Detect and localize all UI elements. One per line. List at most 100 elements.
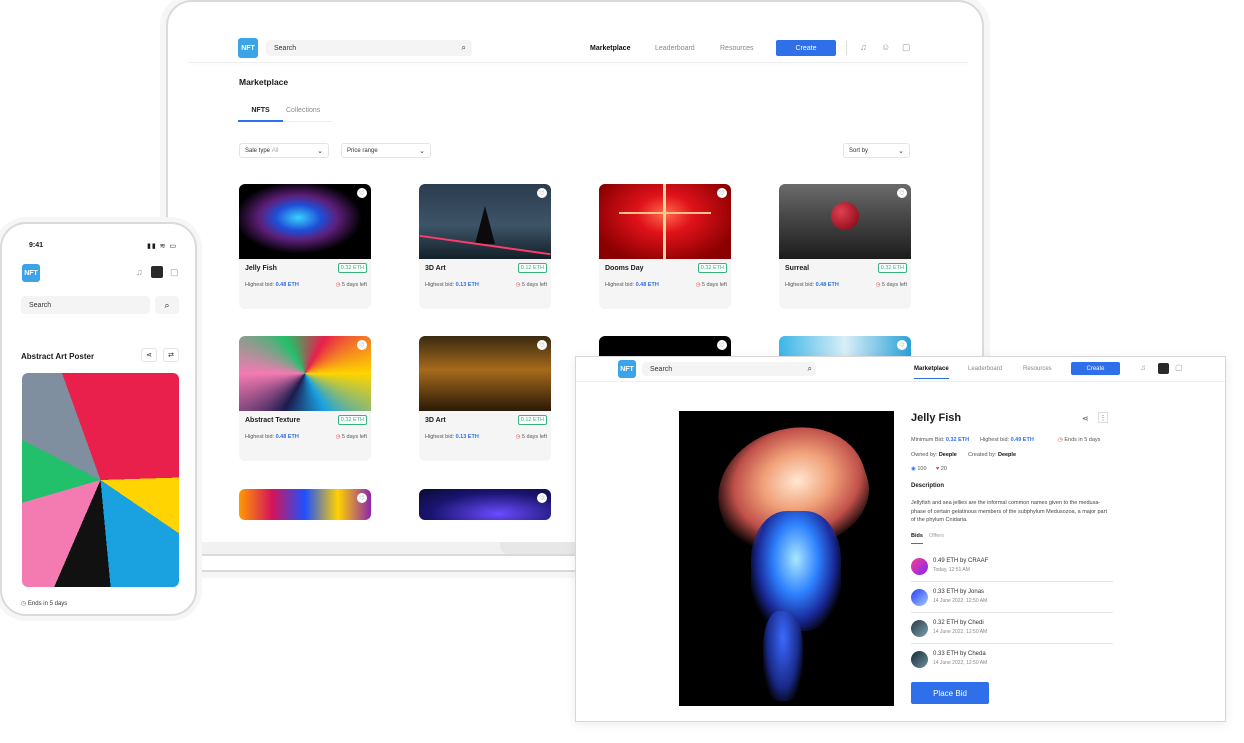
time-left-text: 5 days left — [881, 282, 907, 288]
card-name: Dooms Day — [605, 265, 644, 272]
card-name: Jelly Fish — [245, 265, 277, 272]
jellyfish-image — [239, 184, 371, 259]
price-range-select[interactable]: Price range ⌄ — [341, 143, 431, 158]
dooms-day-image — [599, 184, 731, 259]
nft-logo[interactable]: NFT — [238, 38, 258, 58]
search-input[interactable]: Search — [21, 296, 150, 314]
nft-logo[interactable]: NFT — [618, 360, 636, 378]
search-icon[interactable]: ⌕ — [462, 43, 466, 53]
share-icon[interactable]: ⋖ — [141, 348, 157, 362]
nft-card[interactable]: ♡ Jelly Fish 0.32 ETH Highest bid: 0.48 … — [239, 184, 371, 309]
tab-nfts[interactable]: NFTS — [238, 107, 283, 122]
bell-icon[interactable]: ♫ — [1140, 364, 1146, 372]
card-name: Surreal — [785, 265, 810, 272]
heart-icon[interactable]: ♡ — [897, 188, 907, 198]
heart-icon[interactable]: ♡ — [357, 188, 367, 198]
card-price: 0.12 ETH — [517, 415, 547, 425]
heart-icon[interactable]: ♡ — [717, 340, 727, 350]
bidder-avatar — [911, 651, 928, 668]
avatar[interactable] — [1158, 363, 1169, 374]
nft-card[interactable]: ♡ — [419, 489, 551, 520]
search-placeholder: Search — [650, 365, 673, 373]
card-time-left: ◷ 5 days left — [336, 282, 367, 288]
bell-icon[interactable]: ♫ — [860, 43, 867, 52]
bid-value: 0.48 ETH — [275, 282, 299, 288]
wallet-icon[interactable]: ▢ — [170, 268, 179, 277]
phone-frame: 9:41 ▮▮ ≋ ▭ NFT ♫ ▢ Search ⌕ Abstract Ar… — [0, 222, 197, 616]
highest-bid-value: 0.49 ETH — [1010, 437, 1034, 443]
nft-card[interactable]: ♡ 3D Art 0.12 ETH Highest bid: 0.13 ETH … — [419, 184, 551, 309]
header-divider — [188, 62, 968, 63]
nav-marketplace[interactable]: Marketplace — [590, 45, 630, 52]
highest-bid-label: Highest bid: — [980, 437, 1010, 443]
nft-card[interactable]: ♡ — [239, 489, 371, 520]
heart-icon[interactable]: ♡ — [537, 493, 547, 503]
clock-icon: ◷ — [515, 434, 521, 440]
card-bid: Highest bid: 0.13 ETH — [425, 434, 479, 440]
nav-marketplace[interactable]: Marketplace — [914, 366, 949, 379]
sale-type-value: All — [271, 147, 279, 154]
search-icon[interactable]: ⌕ — [155, 296, 179, 314]
card-time-left: ◷ 5 days left — [876, 282, 907, 288]
heart-icon[interactable]: ♡ — [537, 340, 547, 350]
sort-by-label: Sort by — [849, 147, 869, 154]
ends-text: Ends in 5 days — [27, 601, 68, 607]
abstract-art-image — [22, 373, 179, 587]
avatar[interactable] — [151, 266, 163, 278]
logo-text: NFT — [241, 44, 255, 52]
chevron-down-icon: ⌄ — [419, 148, 425, 155]
nav-resources[interactable]: Resources — [720, 45, 753, 52]
user-icon[interactable]: ☺ — [881, 43, 890, 52]
create-button[interactable]: Create — [776, 40, 836, 56]
nav-leaderboard[interactable]: Leaderboard — [655, 45, 695, 52]
jellyfish-tentacles — [751, 511, 841, 631]
heart-icon[interactable]: ♡ — [897, 340, 907, 350]
bid-value: 0.48 ETH — [635, 282, 659, 288]
heart-icon[interactable]: ♡ — [537, 188, 547, 198]
clock-icon: ◷ — [335, 434, 341, 440]
nav-leaderboard[interactable]: Leaderboard — [968, 366, 1002, 372]
place-bid-button[interactable]: Place Bid — [911, 682, 989, 704]
nft-card[interactable]: ♡ 3D Art 0.12 ETH Highest bid: 0.13 ETH … — [419, 336, 551, 461]
heart-icon[interactable]: ♡ — [357, 340, 367, 350]
search-icon[interactable]: ⌕ — [808, 364, 812, 374]
min-bid-label: Minimum Bid: — [911, 437, 945, 443]
owned-by: Owned by: Deeple — [911, 452, 957, 458]
nft-card[interactable]: ♡ Surreal 0.32 ETH Highest bid: 0.48 ETH… — [779, 184, 911, 309]
create-button[interactable]: Create — [1071, 362, 1120, 375]
bell-icon[interactable]: ♫ — [136, 268, 143, 277]
bid-label: Highest bid: — [245, 282, 275, 288]
likes[interactable]: ♥ 20 — [936, 466, 947, 472]
highest-bid: Highest bid: 0.49 ETH — [980, 437, 1034, 443]
share-icon[interactable]: ⋖ — [1082, 414, 1089, 423]
wallet-icon[interactable]: ▢ — [1175, 364, 1183, 372]
heart-icon[interactable]: ♡ — [357, 493, 367, 503]
bid-row: 0.33 ETH by Cheda 14 June 2022, 12:50 AM — [911, 645, 1113, 675]
sale-type-select[interactable]: Sale type All ⌄ — [239, 143, 329, 158]
heart-icon: ♥ — [936, 466, 940, 472]
nft-logo[interactable]: NFT — [22, 264, 40, 282]
likes-count: 20 — [940, 466, 947, 472]
bidder-avatar — [911, 558, 928, 575]
tab-offers[interactable]: Offers — [929, 533, 944, 539]
transfer-icon[interactable]: ⇄ — [163, 348, 179, 362]
search-input[interactable]: Search ⌕ — [266, 40, 472, 56]
card-price: 0.32 ETH — [877, 263, 907, 273]
nft-card[interactable]: ♡ Dooms Day 0.32 ETH Highest bid: 0.48 E… — [599, 184, 731, 309]
nft-card[interactable]: ♡ Abstract Texture 0.32 ETH Highest bid:… — [239, 336, 371, 461]
card-price: 0.32 ETH — [697, 263, 727, 273]
more-icon[interactable]: ⋮ — [1098, 412, 1108, 423]
wallet-icon[interactable]: ▢ — [902, 43, 911, 52]
search-input[interactable]: Search ⌕ — [642, 362, 816, 376]
heart-icon[interactable]: ♡ — [717, 188, 727, 198]
bid-line: 0.49 ETH by CRAAF — [933, 558, 989, 564]
abstract-texture-image — [239, 336, 371, 411]
clock-icon: ◷ — [695, 282, 701, 288]
nav-resources[interactable]: Resources — [1023, 366, 1052, 372]
sort-by-select[interactable]: Sort by ⌄ — [843, 143, 910, 158]
header-divider — [576, 381, 1225, 382]
tab-bids[interactable]: Bids — [911, 533, 923, 544]
tab-collections[interactable]: Collections — [286, 107, 320, 114]
views: ◉ 100 — [911, 466, 927, 472]
card-bid: Highest bid: 0.48 ETH — [785, 282, 839, 288]
